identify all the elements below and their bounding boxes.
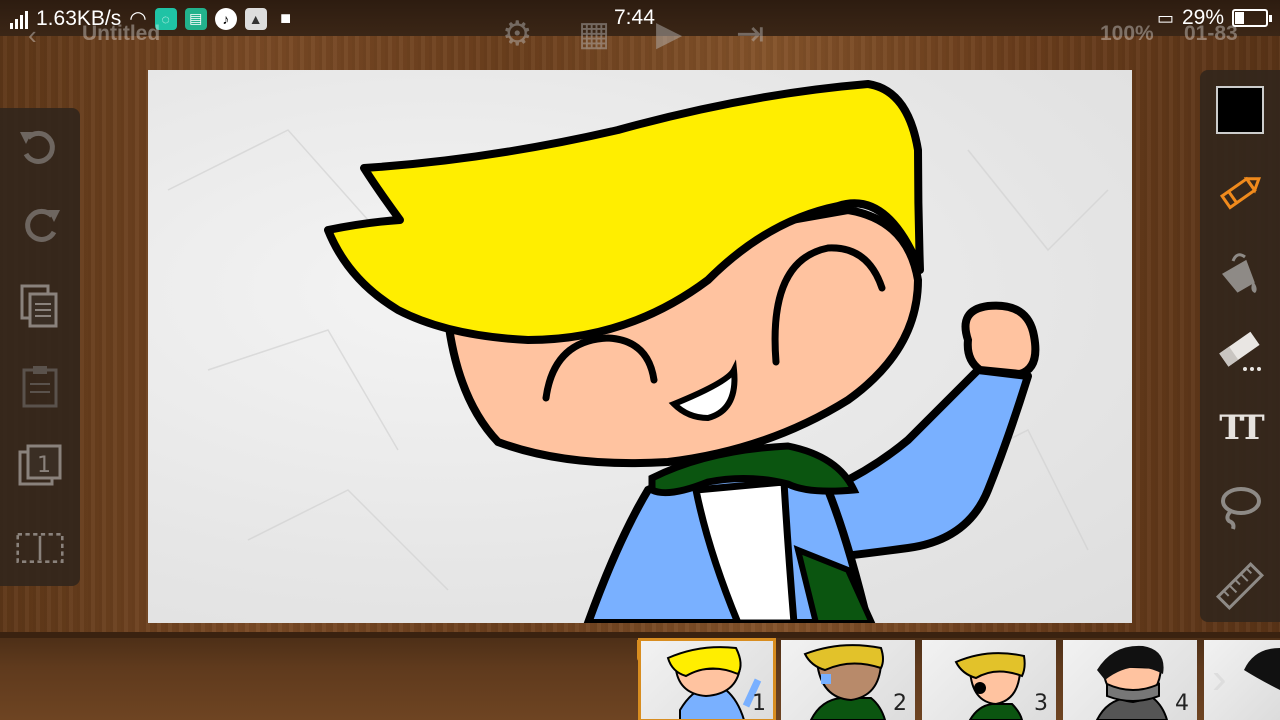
text-icon: TT [1219,408,1264,448]
frame-number: 1 [752,691,766,716]
undo-icon [20,130,55,164]
layer-icon: 1 [18,444,62,486]
redo-icon [25,208,60,242]
paint-bucket-icon [1222,253,1257,293]
timeline-strip [0,632,1280,638]
frame-counter: 01-83 [1184,22,1238,45]
fill-tool-button[interactable] [1212,244,1268,300]
chevron-right-icon[interactable]: › [1212,654,1227,704]
pencil-icon [1219,176,1261,210]
project-title[interactable]: Untitled [82,22,160,46]
frames-grid-icon[interactable]: ▦ [578,14,610,54]
frame-thumbnail-4[interactable]: 4 [1063,640,1197,720]
selection-icon [16,533,64,563]
selection-button[interactable] [14,522,66,574]
ruler-tool-button[interactable] [1212,558,1268,614]
text-tool-button[interactable]: TT [1212,400,1268,456]
current-color-swatch[interactable] [1216,86,1264,134]
ruler-icon [1215,561,1265,611]
lasso-icon [1221,487,1261,530]
frame-thumbnail-3[interactable]: 3 [922,640,1056,720]
left-tool-panel: 1 [0,108,80,586]
copy-button[interactable] [14,280,66,332]
drawing-canvas[interactable] [148,70,1132,623]
play-icon[interactable]: ▶ [656,14,682,54]
app-toolbar: ‹ Untitled ⚙ ▦ ▶ ⇥ 100% 01-83 [0,14,1280,60]
undo-button[interactable] [14,122,66,174]
eraser-icon [1219,331,1261,371]
frame-thumbnail-2[interactable]: 2 [781,640,915,720]
lasso-tool-button[interactable] [1212,480,1268,536]
layer-button[interactable]: 1 [14,440,66,492]
paste-icon [22,366,58,408]
frame-number: 4 [1175,691,1189,716]
fist [961,301,1040,379]
frame-number: 3 [1034,691,1048,716]
next-frame-icon[interactable]: ⇥ [736,14,765,54]
eraser-tool-button[interactable] [1212,322,1268,378]
settings-gear-icon[interactable]: ⚙ [502,14,532,54]
copy-icon [20,284,58,328]
redo-button[interactable] [14,200,66,252]
character-drawing [167,80,1109,623]
paste-button[interactable] [14,360,66,412]
back-icon[interactable]: ‹ [28,20,37,51]
frame-number: 2 [893,691,907,716]
layer-number: 1 [37,453,51,478]
pencil-tool-button[interactable] [1212,164,1268,220]
right-tool-panel: TT [1200,70,1280,622]
zoom-level: 100% [1100,22,1154,45]
frame-thumbnail-1[interactable]: 1 [638,638,776,720]
